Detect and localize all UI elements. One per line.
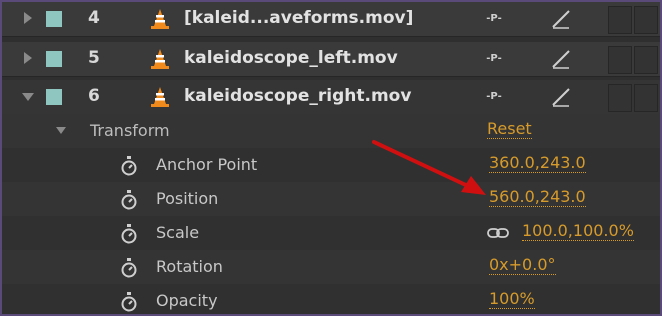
- switch-checkbox[interactable]: [634, 46, 658, 74]
- stopwatch-icon[interactable]: [120, 224, 138, 244]
- opacity-label: Opacity: [156, 291, 218, 310]
- layer-number: 5: [88, 48, 100, 68]
- transform-label: Transform: [90, 121, 170, 140]
- quality-switch-icon[interactable]: [550, 86, 572, 108]
- shy-switch-icon[interactable]: -P-: [485, 12, 503, 26]
- stopwatch-icon[interactable]: [120, 258, 138, 278]
- label-color-swatch[interactable]: [46, 51, 62, 67]
- twirl-closed-icon[interactable]: [24, 12, 32, 24]
- switch-checkbox[interactable]: [634, 6, 658, 34]
- scale-label: Scale: [156, 223, 200, 242]
- shy-switch-icon[interactable]: -P-: [485, 52, 503, 66]
- twirl-open-icon[interactable]: [22, 93, 34, 101]
- layer-number: 4: [88, 8, 100, 28]
- shy-switch-icon[interactable]: -P-: [485, 90, 503, 104]
- switch-checkbox[interactable]: [608, 46, 632, 74]
- stopwatch-icon[interactable]: [120, 292, 138, 312]
- quality-switch-icon[interactable]: [550, 8, 572, 30]
- rotation-label: Rotation: [156, 257, 223, 276]
- twirl-open-icon[interactable]: [56, 127, 66, 134]
- layer-row-6[interactable]: 6 kaleidoscope_right.mov -P-: [2, 80, 660, 115]
- anchor-point-value[interactable]: 360.0,243.0: [489, 154, 586, 173]
- switch-checkbox[interactable]: [608, 84, 632, 112]
- label-color-swatch[interactable]: [46, 89, 62, 105]
- rotation-value[interactable]: 0x+0.0°: [489, 256, 556, 275]
- layer-name[interactable]: kaleidoscope_left.mov: [184, 48, 398, 68]
- stopwatch-icon[interactable]: [120, 156, 138, 176]
- vlc-cone-icon: [151, 87, 169, 107]
- property-row-rotation[interactable]: Rotation 0x+0.0°: [2, 250, 660, 285]
- timeline-panel: 4 [kaleid...aveforms.mov] -P- 5 kaleidos…: [0, 0, 662, 316]
- layer-name[interactable]: kaleidoscope_right.mov: [184, 86, 411, 106]
- property-row-scale[interactable]: Scale 100.0,100.0%: [2, 216, 660, 251]
- layer-row-4[interactable]: 4 [kaleid...aveforms.mov] -P-: [2, 2, 660, 37]
- anchor-point-label: Anchor Point: [156, 155, 258, 174]
- label-color-swatch[interactable]: [46, 11, 62, 27]
- scale-value[interactable]: 100.0,100.0%: [522, 222, 634, 241]
- stopwatch-icon[interactable]: [120, 190, 138, 210]
- switch-checkbox[interactable]: [634, 84, 658, 112]
- opacity-value[interactable]: 100%: [489, 290, 535, 309]
- reset-button[interactable]: Reset: [487, 120, 532, 139]
- layer-name[interactable]: [kaleid...aveforms.mov]: [184, 8, 413, 28]
- switch-checkbox[interactable]: [608, 6, 632, 34]
- twirl-closed-icon[interactable]: [24, 52, 32, 64]
- position-label: Position: [156, 189, 219, 208]
- layer-row-5[interactable]: 5 kaleidoscope_left.mov -P-: [2, 42, 660, 77]
- vlc-cone-icon: [151, 49, 169, 69]
- property-row-anchor-point[interactable]: Anchor Point 360.0,243.0: [2, 148, 660, 183]
- property-row-opacity[interactable]: Opacity 100%: [2, 284, 660, 314]
- property-row-position[interactable]: Position 560.0,243.0: [2, 182, 660, 217]
- quality-switch-icon[interactable]: [550, 48, 572, 70]
- constrain-proportions-link-icon[interactable]: [487, 226, 509, 240]
- layer-number: 6: [88, 86, 100, 106]
- transform-group-row[interactable]: Transform Reset: [2, 114, 660, 149]
- vlc-cone-icon: [151, 9, 169, 29]
- position-value[interactable]: 560.0,243.0: [489, 188, 586, 207]
